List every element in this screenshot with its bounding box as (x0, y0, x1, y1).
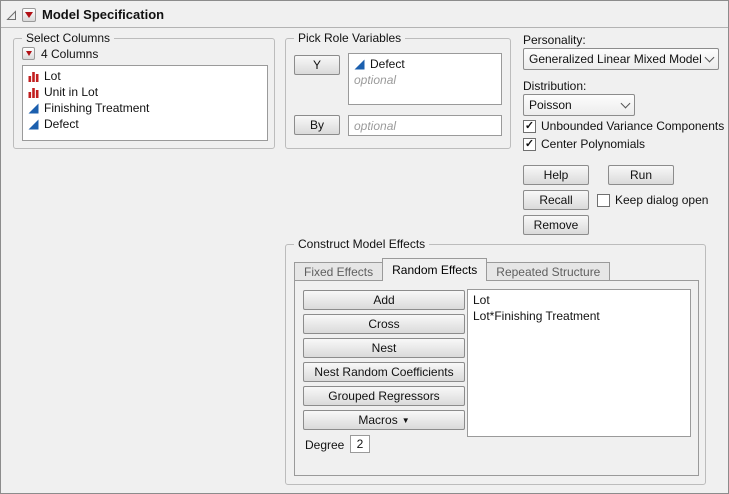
column-label: Defect (44, 117, 79, 131)
cross-button[interactable]: Cross (303, 314, 465, 334)
page-title: Model Specification (42, 7, 164, 22)
grouped-regressors-button[interactable]: Grouped Regressors (303, 386, 465, 406)
columns-listbox[interactable]: Lot Unit in Lot Finishing Treatment Defe… (22, 65, 268, 141)
chevron-down-icon (621, 98, 631, 108)
continuous-icon (28, 103, 39, 114)
effects-tab-bar: Fixed Effects Random Effects Repeated St… (294, 258, 609, 280)
select-columns-group: Select Columns 4 Columns Lot Unit in Lot… (13, 38, 275, 149)
tab-random-effects[interactable]: Random Effects (382, 258, 487, 281)
by-role-button[interactable]: By (294, 115, 340, 135)
disclosure-triangle-icon[interactable] (6, 10, 17, 24)
column-label: Unit in Lot (44, 85, 98, 99)
pick-role-variables-group: Pick Role Variables Y Defect optional By… (285, 38, 511, 149)
checkbox-label: Center Polynomials (541, 137, 645, 151)
y-role-button[interactable]: Y (294, 55, 340, 75)
red-triangle-menu-button[interactable] (22, 8, 36, 22)
model-specification-window: Model Specification Select Columns 4 Col… (0, 0, 729, 494)
macros-button[interactable]: Macros ▼ (303, 410, 465, 430)
role-item-label: Defect (370, 57, 405, 71)
distribution-value: Poisson (529, 98, 572, 112)
tab-fixed-effects[interactable]: Fixed Effects (294, 262, 383, 280)
y-role-item-defect[interactable]: Defect (349, 56, 501, 72)
tab-repeated-structure[interactable]: Repeated Structure (486, 262, 610, 280)
columns-red-triangle-button[interactable] (22, 47, 35, 60)
chevron-down-icon (705, 52, 715, 62)
nest-random-coefficients-button[interactable]: Nest Random Coefficients (303, 362, 465, 382)
checkbox-checked-icon: ✓ (523, 138, 536, 151)
degree-label: Degree (305, 438, 344, 452)
checkbox-unchecked-icon (597, 194, 610, 207)
construct-model-effects-title: Construct Model Effects (294, 237, 429, 251)
center-polynomials-checkbox[interactable]: ✓ Center Polynomials (523, 137, 645, 151)
by-role-listbox[interactable]: optional (348, 115, 502, 136)
column-item-defect[interactable]: Defect (23, 116, 267, 132)
macros-label: Macros (358, 413, 397, 427)
personality-value: Generalized Linear Mixed Model (529, 52, 702, 66)
columns-count-label: 4 Columns (41, 47, 98, 61)
distribution-dropdown[interactable]: Poisson (523, 94, 635, 116)
column-item-unit-in-lot[interactable]: Unit in Lot (23, 84, 267, 100)
select-columns-title: Select Columns (22, 31, 114, 45)
unbounded-variance-checkbox[interactable]: ✓ Unbounded Variance Components (523, 119, 724, 133)
effect-label: Lot (473, 293, 490, 307)
y-role-optional-text: optional (349, 72, 501, 88)
construct-model-effects-group: Construct Model Effects Fixed Effects Ra… (285, 244, 706, 485)
add-button[interactable]: Add (303, 290, 465, 310)
checkbox-label: Keep dialog open (615, 193, 708, 207)
effect-item[interactable]: Lot*Finishing Treatment (468, 308, 690, 324)
personality-dropdown[interactable]: Generalized Linear Mixed Model (523, 48, 719, 70)
random-effects-tab-panel: Add Cross Nest Nest Random Coefficients … (294, 280, 699, 476)
outline-header: Model Specification (1, 1, 728, 28)
nest-button[interactable]: Nest (303, 338, 465, 358)
help-button[interactable]: Help (523, 165, 589, 185)
degree-input[interactable]: 2 (350, 435, 370, 453)
effects-listbox[interactable]: Lot Lot*Finishing Treatment (467, 289, 691, 437)
pick-role-variables-title: Pick Role Variables (294, 31, 405, 45)
nominal-icon (28, 71, 39, 82)
keep-dialog-open-checkbox[interactable]: Keep dialog open (597, 193, 708, 207)
red-triangle-icon (26, 51, 32, 56)
y-role-listbox[interactable]: Defect optional (348, 53, 502, 105)
red-triangle-icon (25, 12, 33, 18)
column-item-finishing-treatment[interactable]: Finishing Treatment (23, 100, 267, 116)
continuous-icon (354, 59, 365, 70)
checkbox-checked-icon: ✓ (523, 120, 536, 133)
distribution-label: Distribution: (523, 79, 586, 93)
by-role-optional-text: optional (349, 118, 501, 134)
column-item-lot[interactable]: Lot (23, 68, 267, 84)
remove-button[interactable]: Remove (523, 215, 589, 235)
checkbox-label: Unbounded Variance Components (541, 119, 724, 133)
effect-label: Lot*Finishing Treatment (473, 309, 600, 323)
personality-label: Personality: (523, 33, 586, 47)
effect-item[interactable]: Lot (468, 292, 690, 308)
dropdown-arrow-icon: ▼ (402, 417, 410, 425)
column-label: Finishing Treatment (44, 101, 149, 115)
nominal-icon (28, 87, 39, 98)
recall-button[interactable]: Recall (523, 190, 589, 210)
run-button[interactable]: Run (608, 165, 674, 185)
continuous-icon (28, 119, 39, 130)
column-label: Lot (44, 69, 61, 83)
